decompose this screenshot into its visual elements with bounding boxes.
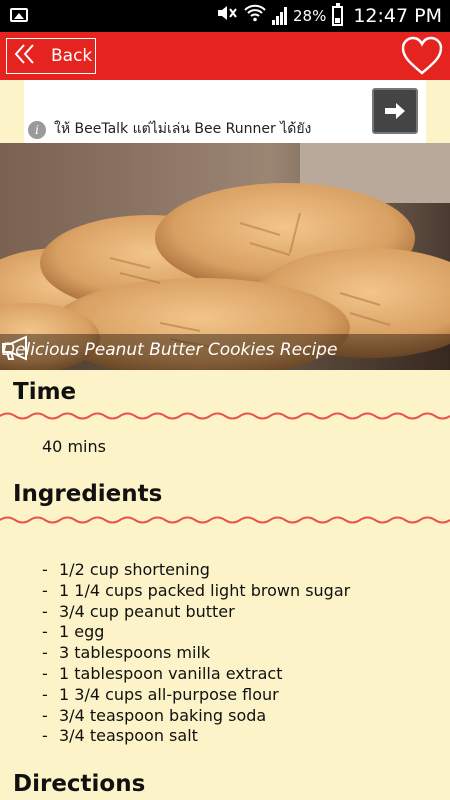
image-notification-icon: [10, 8, 28, 22]
section-heading-ingredients: Ingredients: [13, 481, 163, 507]
list-item: -3/4 cup peanut butter: [42, 601, 235, 621]
list-item: -3/4 teaspoon salt: [42, 726, 198, 746]
recipe-title: Delicious Peanut Butter Cookies Recipe: [2, 340, 338, 360]
info-icon[interactable]: i: [28, 121, 46, 139]
arrow-right-icon[interactable]: [372, 88, 418, 134]
megaphone-icon[interactable]: [0, 334, 34, 362]
status-bar-right: 28% 12:47 PM: [216, 3, 442, 29]
mute-icon: [216, 4, 238, 29]
list-item: -1 3/4 cups all-purpose flour: [42, 684, 279, 704]
wavy-divider: [0, 412, 450, 420]
signal-icon: [272, 7, 287, 25]
heart-icon[interactable]: [400, 36, 444, 76]
back-label: Back: [51, 46, 93, 66]
time-value: 40 mins: [42, 437, 106, 456]
recipe-hero-image: Delicious Peanut Butter Cookies Recipe: [0, 143, 450, 370]
list-item: -1/2 cup shortening: [42, 560, 210, 579]
app-bar: Back: [0, 32, 450, 80]
wifi-icon: [244, 4, 266, 29]
list-item: -1 1/4 cups packed light brown sugar: [42, 580, 351, 600]
battery-percent: 28%: [293, 7, 327, 25]
list-item: -1 egg: [42, 622, 105, 642]
ingredients-list: -1/2 cup shortening -1 1/4 cups packed l…: [42, 560, 350, 747]
section-heading-directions: Directions: [13, 771, 146, 797]
status-bar: 28% 12:47 PM: [0, 0, 450, 32]
battery-icon: [332, 3, 344, 26]
wavy-divider: [0, 516, 450, 524]
list-item: -3/4 teaspoon baking soda: [42, 705, 267, 725]
back-button[interactable]: Back: [6, 38, 96, 74]
section-heading-time: Time: [13, 379, 77, 405]
ad-banner[interactable]: ให้ BeeTalk แต่ไม่เล่น Bee Runner ได้ยัง…: [24, 80, 426, 143]
double-chevron-left-icon: [13, 43, 37, 69]
clock: 12:47 PM: [353, 5, 442, 27]
ad-text: ให้ BeeTalk แต่ไม่เล่น Bee Runner ได้ยัง: [54, 121, 312, 137]
list-item: -3 tablespoons milk: [42, 643, 211, 663]
list-item: -1 tablespoon vanilla extract: [42, 663, 283, 683]
hero-caption-bar: Delicious Peanut Butter Cookies Recipe: [0, 334, 450, 370]
